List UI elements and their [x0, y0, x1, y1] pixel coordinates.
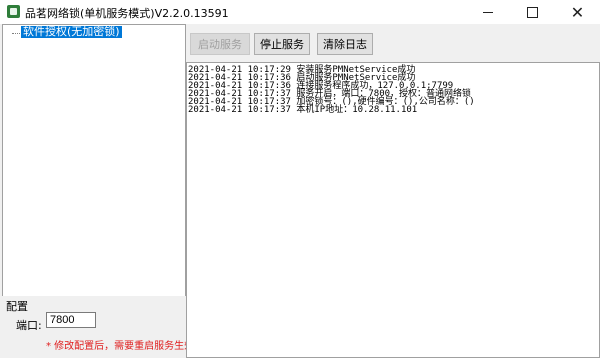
maximize-icon [527, 6, 538, 18]
log-area[interactable]: 2021-04-21 10:17:29 安装服务PMNetService成功 2… [186, 62, 600, 358]
app-icon [7, 5, 20, 18]
config-group: 配置 端口: 7800 * 修改配置后，需要重启服务生效 [0, 296, 194, 358]
close-icon: ✕ [570, 2, 585, 22]
license-tree[interactable]: 软件授权(无加密锁) [2, 24, 186, 298]
config-group-title: 配置 [6, 300, 28, 313]
left-panel: 软件授权(无加密锁) 配置 端口: 7800 * 修改配置后，需要重启服务生效 [0, 24, 194, 358]
port-input[interactable]: 7800 [46, 312, 96, 328]
port-label: 端口: [16, 319, 42, 332]
stop-service-button[interactable]: 停止服务 [254, 33, 310, 55]
window-title: 品茗网络锁(单机服务模式)V2.2.0.13591 [25, 7, 229, 20]
title-bar: 品茗网络锁(单机服务模式)V2.2.0.13591 ✕ [0, 0, 600, 25]
restart-warning: * 修改配置后，需要重启服务生效 [46, 341, 195, 352]
log-line: 2021-04-21 10:17:37 本机IP地址：10.28.11.101 [188, 105, 418, 115]
maximize-button[interactable] [510, 0, 555, 24]
minimize-icon [482, 11, 493, 13]
close-button[interactable]: ✕ [555, 0, 600, 24]
clear-log-button[interactable]: 清除日志 [317, 33, 373, 55]
start-service-button[interactable]: 启动服务 [190, 33, 250, 55]
tree-node-license[interactable]: 软件授权(无加密锁) [20, 25, 123, 39]
right-panel: 启动服务 停止服务 清除日志 2021-04-21 10:17:29 安装服务P… [186, 24, 600, 358]
minimize-button[interactable] [465, 0, 510, 24]
